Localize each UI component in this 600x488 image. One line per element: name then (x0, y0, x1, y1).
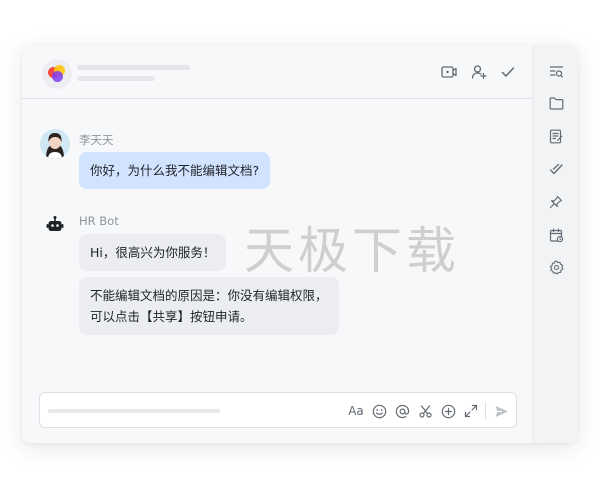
input-placeholder (48, 409, 220, 413)
bot-avatar[interactable] (40, 211, 70, 241)
chat-title-placeholder (77, 65, 190, 70)
scissors-icon[interactable] (416, 402, 434, 420)
message-line: 不能编辑文档的原因是：你没有编辑权限， (90, 288, 328, 303)
document-icon[interactable] (547, 127, 565, 145)
group-avatar[interactable] (42, 59, 72, 89)
right-sidebar (532, 45, 578, 443)
check-icon[interactable] (499, 63, 517, 81)
sender-name: HR Bot (79, 214, 119, 228)
font-format-icon[interactable]: Aa (347, 402, 365, 420)
task-check-icon[interactable] (547, 160, 565, 178)
plus-circle-icon[interactable] (439, 402, 457, 420)
chat-subtitle-placeholder (77, 76, 155, 81)
message-bubble[interactable]: 你好，为什么我不能编辑文档? (79, 152, 271, 189)
user-avatar[interactable] (40, 129, 70, 159)
message-bubble[interactable]: Hi，很高兴为你服务！ (79, 234, 227, 271)
watermark: 天极下载 (244, 222, 460, 280)
chat-window: 李天天 你好，为什么我不能编辑文档? HR Bot Hi，很高兴为你服务！ 不能… (22, 45, 578, 443)
message-composer[interactable]: Aa (39, 392, 517, 428)
settings-icon[interactable] (547, 258, 565, 276)
emoji-icon[interactable] (370, 402, 388, 420)
toolbar-divider (485, 402, 486, 420)
chat-panel: 李天天 你好，为什么我不能编辑文档? HR Bot Hi，很高兴为你服务！ 不能… (22, 45, 532, 443)
chat-header (22, 45, 532, 99)
message-line: 可以点击【共享】按钮申请。 (90, 309, 253, 324)
send-icon[interactable] (492, 402, 510, 420)
expand-icon[interactable] (462, 402, 480, 420)
sender-name: 李天天 (79, 133, 114, 147)
folder-icon[interactable] (547, 94, 565, 112)
calendar-icon[interactable] (547, 226, 565, 244)
message-bubble[interactable]: 不能编辑文档的原因是：你没有编辑权限， 可以点击【共享】按钮申请。 (79, 277, 339, 335)
pin-icon[interactable] (547, 193, 565, 211)
video-icon[interactable] (440, 63, 458, 81)
add-member-icon[interactable] (470, 63, 488, 81)
mention-icon[interactable] (393, 402, 411, 420)
search-history-icon[interactable] (547, 62, 565, 80)
font-format-label: Aa (348, 404, 364, 418)
